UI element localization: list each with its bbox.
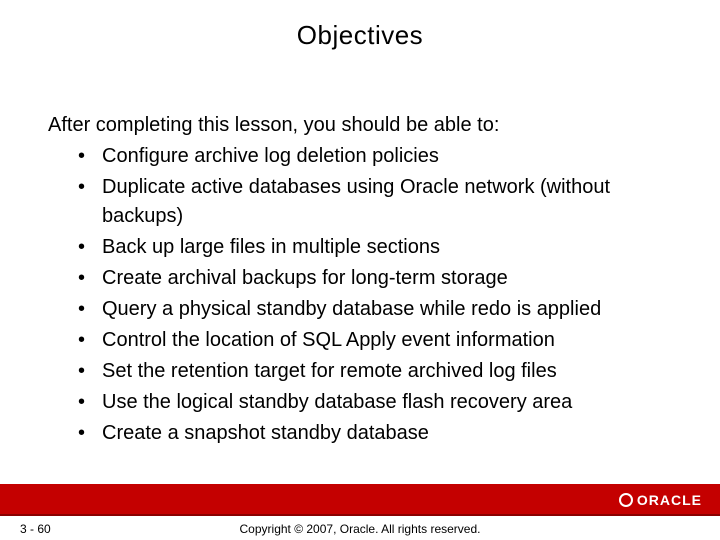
list-item: Query a physical standby database while … <box>78 295 680 324</box>
list-item: Back up large files in multiple sections <box>78 233 680 262</box>
list-item: Duplicate active databases using Oracle … <box>78 173 680 231</box>
oracle-logo: ORACLE <box>619 492 702 508</box>
copyright-text: Copyright © 2007, Oracle. All rights res… <box>0 522 720 536</box>
list-item: Control the location of SQL Apply event … <box>78 326 680 355</box>
intro-text: After completing this lesson, you should… <box>48 111 680 140</box>
bullet-list: Configure archive log deletion policies … <box>48 142 680 448</box>
oracle-logo-text: ORACLE <box>637 492 702 508</box>
list-item: Configure archive log deletion policies <box>78 142 680 171</box>
oracle-logo-icon <box>619 493 633 507</box>
list-item: Use the logical standby database flash r… <box>78 388 680 417</box>
footer-divider-bottom <box>0 514 720 516</box>
slide-content: After completing this lesson, you should… <box>0 61 720 448</box>
slide: Objectives After completing this lesson,… <box>0 0 720 540</box>
list-item: Create archival backups for long-term st… <box>78 264 680 293</box>
slide-title: Objectives <box>0 0 720 61</box>
footer-bar: ORACLE <box>0 486 720 514</box>
list-item: Set the retention target for remote arch… <box>78 357 680 386</box>
list-item: Create a snapshot standby database <box>78 419 680 448</box>
